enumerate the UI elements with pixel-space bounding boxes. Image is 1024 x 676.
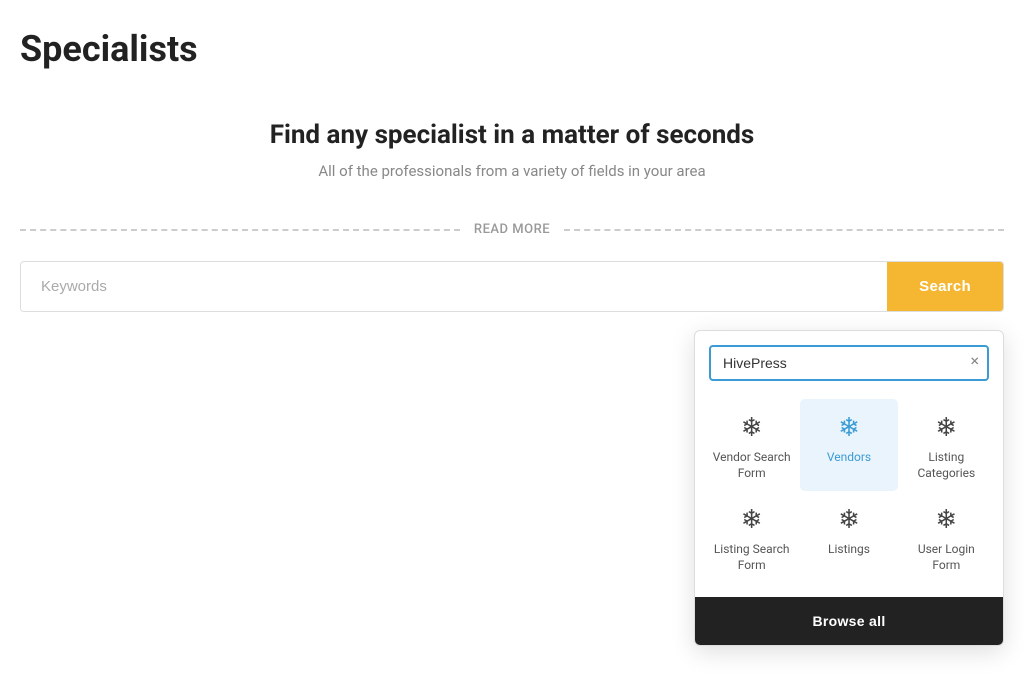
vendors-icon: ❄ xyxy=(838,413,860,443)
panel-search-input[interactable] xyxy=(709,345,989,381)
search-button[interactable]: Search xyxy=(887,262,1003,311)
widget-item-listing-categories[interactable]: ❄ Listing Categories xyxy=(898,399,995,491)
divider-line-right xyxy=(564,229,1004,231)
vendor-search-form-icon: ❄ xyxy=(741,413,763,443)
widget-grid: ❄ Vendor Search Form ❄ Vendors ❄ Listing… xyxy=(695,391,1003,597)
widget-item-vendor-search-form[interactable]: ❄ Vendor Search Form xyxy=(703,399,800,491)
listing-categories-icon: ❄ xyxy=(935,413,957,443)
hero-heading: Find any specialist in a matter of secon… xyxy=(20,120,1004,150)
widget-label-vendor-search-form: Vendor Search Form xyxy=(711,450,792,481)
widget-item-vendors[interactable]: ❄ Vendors xyxy=(800,399,897,491)
read-more-button[interactable]: READ MORE xyxy=(460,222,564,237)
panel-search-clear-icon[interactable]: × xyxy=(970,353,979,369)
widget-label-listing-search-form: Listing Search Form xyxy=(711,542,792,573)
panel-search-wrapper: × xyxy=(695,331,1003,391)
listings-icon: ❄ xyxy=(838,505,860,535)
user-login-form-icon: ❄ xyxy=(935,505,957,535)
hero-subtext: All of the professionals from a variety … xyxy=(20,162,1004,180)
page-title: Specialists xyxy=(0,0,1024,90)
widget-item-user-login-form[interactable]: ❄ User Login Form xyxy=(898,491,995,583)
widget-panel: × ❄ Vendor Search Form ❄ Vendors ❄ Listi… xyxy=(694,330,1004,646)
listing-search-form-icon: ❄ xyxy=(741,505,763,535)
keywords-input[interactable] xyxy=(21,262,887,311)
widget-label-listing-categories: Listing Categories xyxy=(906,450,987,481)
widget-label-listings: Listings xyxy=(828,542,870,558)
widget-item-listings[interactable]: ❄ Listings xyxy=(800,491,897,583)
divider-line-left xyxy=(20,229,460,231)
search-bar: Search xyxy=(20,261,1004,312)
widget-label-user-login-form: User Login Form xyxy=(906,542,987,573)
hero-section: Find any specialist in a matter of secon… xyxy=(0,90,1024,222)
browse-all-button[interactable]: Browse all xyxy=(695,597,1003,645)
widget-label-vendors: Vendors xyxy=(827,450,871,466)
widget-item-listing-search-form[interactable]: ❄ Listing Search Form xyxy=(703,491,800,583)
read-more-divider: READ MORE xyxy=(20,222,1004,237)
